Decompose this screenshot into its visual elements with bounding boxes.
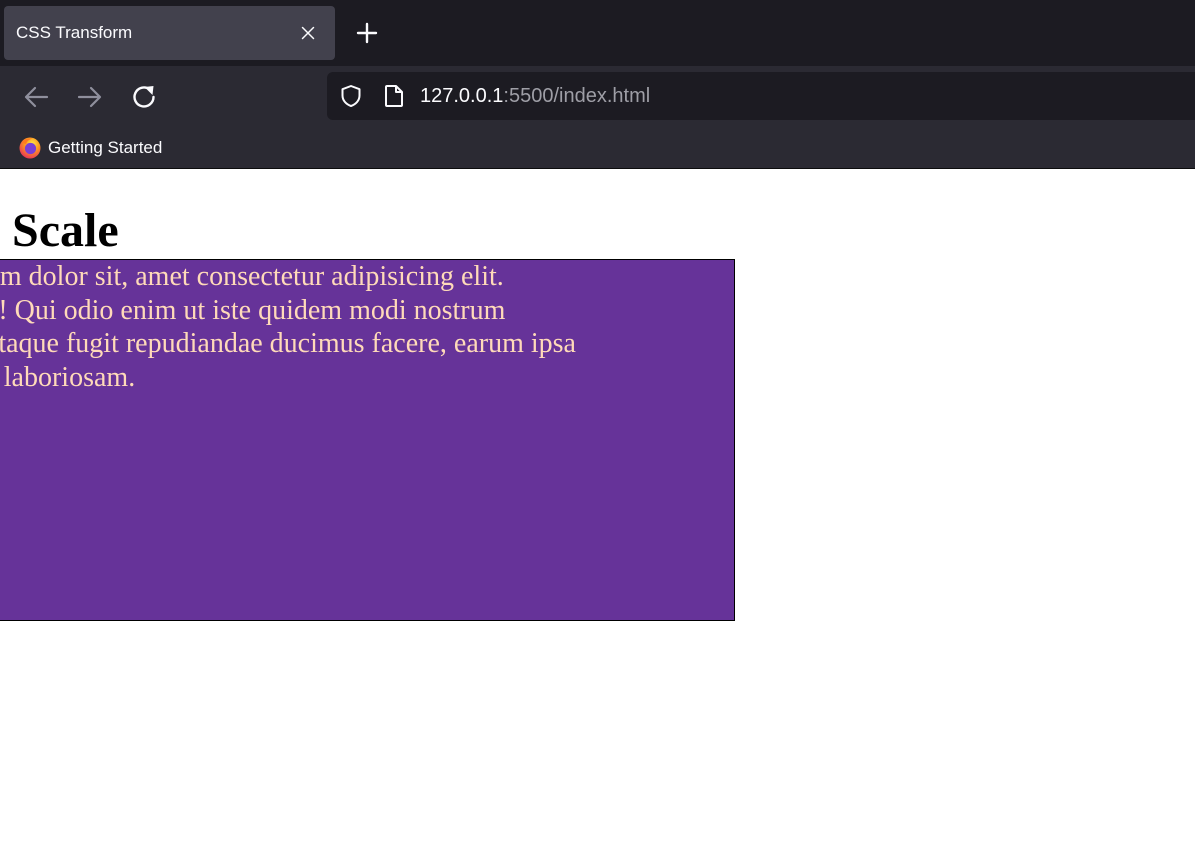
bookmark-label: Getting Started xyxy=(48,138,163,157)
arrow-left-icon[interactable] xyxy=(21,82,51,112)
url-text[interactable]: 127.0.0.1:5500/index.html xyxy=(420,72,650,120)
box-text-line: it, itaque fugit repudiandae ducimus fac… xyxy=(0,328,576,359)
tab-css-transform[interactable]: CSS Transform xyxy=(4,6,335,60)
bookmarks-toolbar: Getting Started xyxy=(0,128,1195,169)
reload-icon[interactable] xyxy=(129,82,159,112)
tab-title: CSS Transform xyxy=(16,23,133,42)
tab-strip: CSS Transform xyxy=(0,0,1195,66)
close-icon[interactable] xyxy=(298,23,318,43)
box-paragraph: psum dolor sit, amet consectetur adipisi… xyxy=(0,260,734,394)
page-icon xyxy=(385,85,403,107)
scaled-box: psum dolor sit, amet consectetur adipisi… xyxy=(0,259,735,621)
box-text-line: psum dolor sit, amet consectetur adipisi… xyxy=(0,261,504,292)
box-text-line: um laboriosam. xyxy=(0,361,136,393)
page-heading: Scale xyxy=(12,204,119,257)
url-path: :5500/index.html xyxy=(503,85,651,107)
box-text-line: eos! Qui odio enim ut iste quidem modi n… xyxy=(0,294,506,326)
page-content: Scale psum dolor sit, amet consectetur a… xyxy=(0,169,1195,865)
nav-toolbar: 127.0.0.1:5500/index.html xyxy=(0,66,1195,128)
url-host: 127.0.0.1 xyxy=(420,85,504,107)
shield-icon[interactable] xyxy=(339,84,363,108)
plus-icon[interactable] xyxy=(354,20,380,46)
arrow-right-icon[interactable] xyxy=(75,82,105,112)
firefox-icon xyxy=(19,137,41,159)
url-bar[interactable]: 127.0.0.1:5500/index.html xyxy=(327,72,1195,120)
